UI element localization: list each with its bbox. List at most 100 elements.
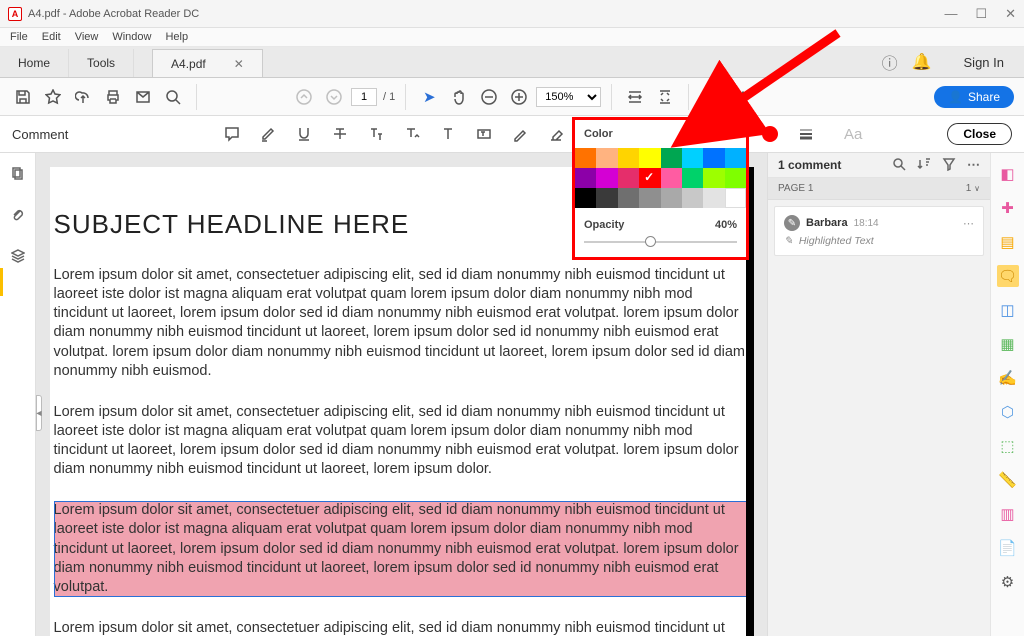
notifications-icon[interactable]: 🔔 [912, 52, 932, 72]
prev-page-handle[interactable]: ◄ [36, 395, 42, 431]
rr-more2-icon[interactable]: 📄 [997, 537, 1019, 559]
color-swatch[interactable] [682, 168, 703, 188]
tab-tools[interactable]: Tools [69, 49, 134, 77]
color-swatch[interactable] [682, 188, 703, 208]
sign-in-button[interactable]: Sign In [964, 55, 1004, 70]
color-swatch[interactable] [596, 168, 617, 188]
layers-icon[interactable] [11, 249, 25, 268]
rr-create-icon[interactable]: ◧ [997, 163, 1019, 185]
minimize-button[interactable]: — [944, 6, 957, 22]
tab-close-icon[interactable]: ✕ [234, 57, 244, 71]
textbox-icon[interactable] [474, 124, 494, 144]
sign-icon[interactable] [699, 84, 725, 110]
color-swatch[interactable] [661, 188, 682, 208]
sticky-note-icon[interactable] [222, 124, 242, 144]
highlighted-paragraph[interactable]: Lorem ipsum dolor sit amet, consectetuer… [54, 501, 748, 597]
star-icon[interactable] [40, 84, 66, 110]
rr-sign-icon[interactable]: ✍ [997, 367, 1019, 389]
color-swatch[interactable] [703, 188, 724, 208]
underline-icon[interactable] [294, 124, 314, 144]
page-down-icon[interactable] [321, 84, 347, 110]
zoom-select[interactable]: 150% [536, 87, 601, 107]
search-icon[interactable] [160, 84, 186, 110]
color-swatch[interactable] [639, 188, 660, 208]
color-swatch[interactable] [618, 168, 639, 188]
color-swatch[interactable] [682, 148, 703, 168]
color-picker-button[interactable] [760, 124, 780, 144]
color-settings-icon[interactable]: ⚙ [725, 126, 737, 142]
color-swatch[interactable] [703, 148, 724, 168]
upload-icon[interactable] [70, 84, 96, 110]
page-input[interactable] [351, 88, 377, 106]
rr-compress-icon[interactable]: ▦ [997, 333, 1019, 355]
rr-organize-icon[interactable]: ◫ [997, 299, 1019, 321]
color-swatch[interactable] [575, 148, 596, 168]
color-swatch[interactable] [575, 188, 596, 208]
pencil-icon[interactable] [510, 124, 530, 144]
line-weight-icon[interactable] [796, 124, 816, 144]
menu-view[interactable]: View [75, 31, 99, 43]
rr-export-icon[interactable]: ▤ [997, 231, 1019, 253]
text-comment-icon[interactable] [438, 124, 458, 144]
color-swatch[interactable] [661, 148, 682, 168]
page-group[interactable]: PAGE 1 1 ∨ [768, 178, 990, 200]
comment-card[interactable]: ✎ Barbara 18:14 ⋯ ✎ Highlighted Text [774, 206, 984, 256]
share-button[interactable]: 👤 Share [934, 86, 1014, 108]
zoom-in-icon[interactable] [506, 84, 532, 110]
menu-window[interactable]: Window [112, 31, 151, 43]
print-icon[interactable] [100, 84, 126, 110]
rr-more1-icon[interactable]: ▥ [997, 503, 1019, 525]
search-comments-icon[interactable] [892, 157, 906, 174]
options-icon[interactable]: ⋯ [967, 157, 980, 174]
rr-protect-icon[interactable]: ⬡ [997, 401, 1019, 423]
highlighter-icon[interactable] [258, 124, 278, 144]
color-swatch[interactable] [725, 168, 746, 188]
color-swatch[interactable] [639, 148, 660, 168]
rr-more3-icon[interactable]: ⚙ [997, 571, 1019, 593]
color-swatch[interactable] [639, 168, 660, 188]
color-swatch[interactable] [618, 148, 639, 168]
menu-help[interactable]: Help [165, 31, 188, 43]
save-icon[interactable] [10, 84, 36, 110]
rr-comment-icon[interactable]: 🗨 [997, 265, 1019, 287]
color-swatch[interactable] [661, 168, 682, 188]
color-swatch[interactable] [575, 168, 596, 188]
filter-comments-icon[interactable] [942, 157, 956, 174]
maximize-button[interactable]: ☐ [975, 6, 987, 22]
color-swatch[interactable] [725, 188, 746, 208]
menu-file[interactable]: File [10, 31, 28, 43]
sort-comments-icon[interactable] [917, 157, 931, 174]
fit-page-icon[interactable] [652, 84, 678, 110]
select-tool-icon[interactable]: ➤ [416, 84, 442, 110]
text-style-icon[interactable]: Aa [844, 126, 862, 143]
tab-document[interactable]: A4.pdf ✕ [152, 49, 263, 77]
share-icon: 👤 [948, 90, 963, 104]
color-swatch[interactable] [596, 188, 617, 208]
close-button[interactable]: Close [947, 123, 1012, 145]
help-icon[interactable]: ⓘ [882, 50, 898, 74]
email-icon[interactable] [130, 84, 156, 110]
eraser-icon[interactable] [546, 124, 566, 144]
replace-text-icon[interactable] [366, 124, 386, 144]
rr-redact-icon[interactable]: ⬚ [997, 435, 1019, 457]
color-swatch[interactable] [596, 148, 617, 168]
page-up-icon[interactable] [291, 84, 317, 110]
tab-home[interactable]: Home [0, 49, 69, 77]
rr-edit-icon[interactable]: ✚ [997, 197, 1019, 219]
rr-measure-icon[interactable]: 📏 [997, 469, 1019, 491]
zoom-out-icon[interactable] [476, 84, 502, 110]
fit-width-icon[interactable] [622, 84, 648, 110]
attachments-icon[interactable] [11, 208, 25, 227]
strikethrough-icon[interactable] [330, 124, 350, 144]
menu-edit[interactable]: Edit [42, 31, 61, 43]
thumbnails-icon[interactable] [11, 167, 25, 186]
comment-menu-icon[interactable]: ⋯ [963, 217, 974, 230]
insert-text-icon[interactable] [402, 124, 422, 144]
color-swatch[interactable] [703, 168, 724, 188]
close-window-button[interactable]: ✕ [1005, 6, 1016, 22]
highlight-icon[interactable] [729, 84, 755, 110]
color-swatch[interactable] [725, 148, 746, 168]
hand-tool-icon[interactable] [446, 84, 472, 110]
color-swatch[interactable] [618, 188, 639, 208]
opacity-slider[interactable] [584, 235, 737, 249]
